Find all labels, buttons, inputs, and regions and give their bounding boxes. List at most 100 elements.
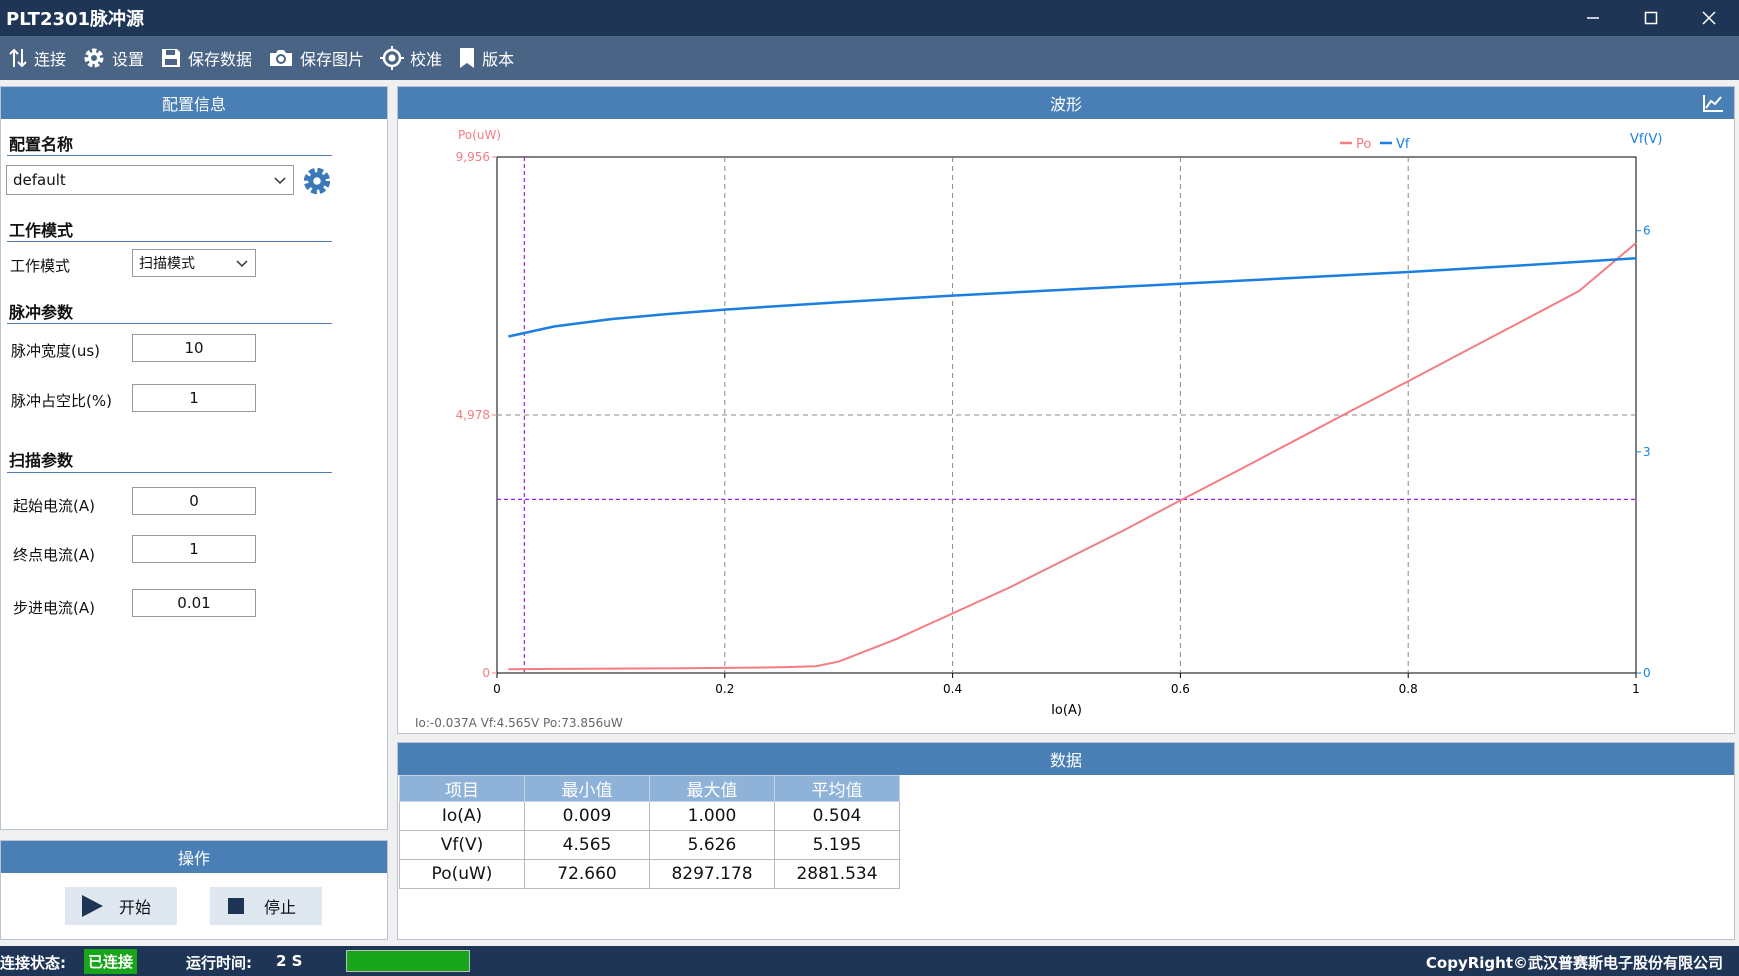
version-button[interactable]: 版本 (450, 36, 522, 80)
y-right-tick-label: 3 (1643, 445, 1651, 459)
x-tick-label: 1 (1632, 682, 1640, 696)
operation-panel-header: 操作 (1, 841, 387, 873)
data-panel-header: 数据 (398, 743, 1734, 775)
x-axis-label: Io(A) (1051, 703, 1082, 718)
pulse-params-title: 脉冲参数 (9, 303, 74, 322)
start-label: 开始 (119, 898, 152, 917)
save-image-label: 保存图片 (300, 50, 365, 69)
line-chart-icon[interactable] (1702, 93, 1724, 113)
table-row: Io(A) 0.009 1.000 0.504 (399, 801, 900, 831)
waveform-chart[interactable]: 0 0.2 0.4 0.6 0.8 104,9789,956036Po(uW) Vf(V)I… (398, 119, 1734, 733)
table-row: Po(uW) 72.660 8297.178 2881.534 (399, 859, 900, 889)
stop-label: 停止 (264, 898, 297, 917)
table-cell: 72.660 (524, 859, 650, 889)
camera-icon (270, 50, 293, 66)
x-tick-label: 0.8 (1399, 682, 1418, 696)
progress-bar (346, 950, 470, 972)
step-current-label: 步进电流(A) (13, 599, 95, 617)
operation-panel: 操作 开始 停止 (0, 840, 388, 940)
config-panel: 配置信息 配置名称 default 工作模式 工作模式 扫描模式 脉冲参数 脉冲… (0, 86, 388, 830)
end-current-input[interactable]: 1 (132, 535, 256, 563)
version-label: 版本 (482, 50, 515, 69)
table-cell: Io(A) (399, 801, 525, 831)
calibrate-label: 校准 (410, 50, 443, 69)
window-title: PLT2301脉冲源 (6, 9, 145, 30)
waveform-panel: 波形 0 0.2 0.4 0.6 0.8 1 0 4,978 9,956 0 3 6 Po(uW) Vf(… (397, 86, 1735, 734)
settings-label: 设置 (112, 50, 145, 69)
config-name-value: default (13, 171, 66, 189)
config-panel-header: 配置信息 (1, 87, 387, 119)
close-button[interactable] (1680, 0, 1738, 36)
section-divider (7, 241, 332, 242)
start-button[interactable]: 开始 (65, 887, 177, 925)
config-name-title: 配置名称 (9, 135, 74, 154)
table-header-row: 项目 最小值 最大值 平均值 (399, 775, 900, 802)
column-header: 最大值 (649, 775, 775, 802)
toolbar: 连接 设置 保存数据 保存图片 校准 版本 (0, 36, 1739, 80)
start-current-input[interactable]: 0 (132, 487, 256, 515)
work-mode-select[interactable]: 扫描模式 (132, 249, 256, 277)
table-cell: 1.000 (649, 801, 775, 831)
table-cell: Vf(V) (399, 830, 525, 860)
column-header: 最小值 (524, 775, 650, 802)
config-panel-title: 配置信息 (161, 95, 226, 114)
connection-status-badge: 已连接 (84, 949, 138, 974)
stop-button[interactable]: 停止 (210, 887, 322, 925)
gear-icon (84, 48, 104, 68)
end-current-label: 终点电流(A) (13, 546, 95, 564)
settings-button[interactable]: 设置 (74, 36, 152, 80)
cursor-readout: Io:-0.037A Vf:4.565V Po:73.856uW (415, 716, 623, 730)
chevron-down-icon (274, 177, 286, 185)
section-divider (7, 155, 332, 156)
maximize-icon (1644, 11, 1658, 25)
chevron-down-icon (236, 260, 248, 268)
waveform-panel-header: 波形 (398, 87, 1734, 119)
y-right-tick-label: 6 (1643, 224, 1651, 238)
connect-button[interactable]: 连接 (0, 36, 74, 80)
close-icon (1702, 11, 1716, 25)
duty-cycle-input[interactable]: 1 (132, 384, 256, 412)
save-data-label: 保存数据 (188, 50, 253, 69)
table-cell: 2881.534 (774, 859, 900, 889)
x-tick-label: 0.6 (1171, 682, 1190, 696)
x-tick-label: 0.2 (715, 682, 734, 696)
connection-status-label: 连接状态: (0, 954, 66, 972)
title-bar: PLT2301脉冲源 (0, 0, 1739, 36)
step-current-input[interactable]: 0.01 (132, 589, 256, 617)
config-gear-icon[interactable] (302, 166, 332, 196)
section-divider (7, 323, 332, 324)
y-left-tick-label: 0 (482, 666, 490, 680)
play-icon (82, 895, 103, 917)
y-right-axis-label: Vf(V) (1630, 132, 1663, 147)
start-current-label: 起始电流(A) (13, 497, 95, 515)
connect-label: 连接 (34, 50, 67, 69)
table-cell: 5.195 (774, 830, 900, 860)
table-cell: 0.009 (524, 801, 650, 831)
table-cell: 8297.178 (649, 859, 775, 889)
bookmark-icon (460, 48, 475, 68)
calibrate-button[interactable]: 校准 (372, 36, 450, 80)
work-mode-value: 扫描模式 (139, 256, 195, 272)
x-tick-label: 0 (493, 682, 501, 696)
data-panel-title: 数据 (1049, 751, 1082, 770)
progress-fill (347, 951, 469, 971)
target-icon (380, 46, 405, 70)
save-data-button[interactable]: 保存数据 (152, 36, 260, 80)
table-cell: Po(uW) (399, 859, 525, 889)
maximize-button[interactable] (1622, 0, 1680, 36)
work-mode-label: 工作模式 (10, 257, 71, 275)
save-image-button[interactable]: 保存图片 (260, 36, 372, 80)
minimize-button[interactable] (1564, 0, 1622, 36)
floppy-disk-icon (162, 49, 181, 67)
y-left-tick-label: 9,956 (456, 150, 490, 164)
section-divider (7, 472, 332, 473)
column-header: 平均值 (774, 775, 900, 802)
waveform-panel-title: 波形 (1049, 95, 1082, 114)
y-right-tick-label: 0 (1643, 666, 1651, 680)
y-left-tick-label: 4,978 (456, 408, 490, 422)
pulse-width-input[interactable]: 10 (132, 334, 256, 362)
table-cell: 4.565 (524, 830, 650, 860)
table-cell: 0.504 (774, 801, 900, 831)
config-name-select[interactable]: default (6, 165, 294, 195)
scan-params-title: 扫描参数 (9, 451, 74, 470)
